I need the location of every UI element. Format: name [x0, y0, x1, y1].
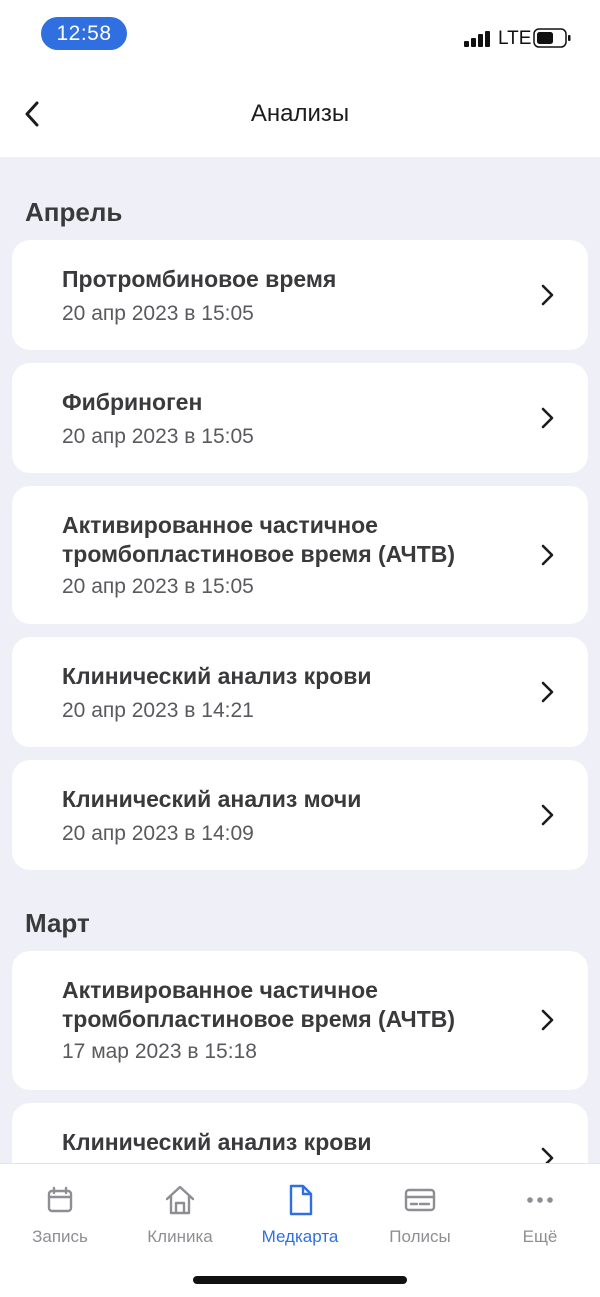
tab-medical-record[interactable]: Медкарта	[240, 1164, 360, 1264]
chevron-right-icon	[541, 407, 554, 429]
page-title: Анализы	[250, 100, 350, 127]
section-title-april: Апрель	[25, 197, 123, 227]
chevron-right-icon	[541, 681, 554, 703]
tab-clinic[interactable]: Клиника	[120, 1164, 240, 1264]
status-time: 12:58	[41, 17, 127, 50]
list-item[interactable]: Клинический анализ крови	[12, 1103, 588, 1163]
tab-appointments[interactable]: Запись	[0, 1164, 120, 1264]
item-date: 20 апр 2023 в 14:09	[62, 822, 254, 845]
item-date: 20 апр 2023 в 15:05	[62, 302, 254, 325]
item-name: Фибриноген	[62, 389, 203, 415]
chevron-right-icon	[541, 284, 554, 306]
home-icon	[165, 1185, 195, 1215]
item-date: 20 апр 2023 в 14:21	[62, 699, 254, 722]
item-name: Клинический анализ крови	[62, 1129, 372, 1155]
item-name: Клинический анализ мочи	[62, 786, 362, 812]
item-name: Протромбиновое время	[62, 266, 337, 292]
list-item[interactable]: Фибриноген 20 апр 2023 в 15:05	[12, 363, 588, 473]
home-indicator	[193, 1276, 407, 1284]
network-type: LTE	[498, 28, 532, 49]
chevron-right-icon	[541, 804, 554, 826]
calendar-icon	[47, 1186, 73, 1213]
analyses-list[interactable]: Апрель Протромбиновое время 20 апр 2023 …	[0, 157, 600, 1163]
item-name: Активированное частичное тромбопластинов…	[62, 977, 456, 1032]
item-name: Активированное частичное тромбопластинов…	[62, 512, 456, 567]
tab-label: Запись	[32, 1227, 88, 1246]
list-item[interactable]: Протромбиновое время 20 апр 2023 в 15:05	[12, 240, 588, 350]
item-name: Клинический анализ крови	[62, 663, 372, 689]
tab-policies[interactable]: Полисы	[360, 1164, 480, 1264]
document-icon	[289, 1184, 313, 1216]
list-item[interactable]: Активированное частичное тромбопластинов…	[12, 486, 588, 624]
more-icon	[527, 1197, 553, 1203]
card-icon	[404, 1188, 436, 1212]
tab-more[interactable]: Ещё	[480, 1164, 600, 1264]
navigation-bar: Анализы	[0, 70, 600, 157]
section-title-march: Март	[25, 908, 90, 938]
tab-label: Медкарта	[261, 1227, 339, 1246]
chevron-right-icon	[541, 544, 554, 566]
list-item[interactable]: Активированное частичное тромбопластинов…	[12, 951, 588, 1090]
item-date: 20 апр 2023 в 15:05	[62, 425, 254, 448]
list-item[interactable]: Клинический анализ крови 20 апр 2023 в 1…	[12, 637, 588, 747]
tab-label: Клиника	[147, 1227, 213, 1246]
tab-label: Полисы	[389, 1227, 451, 1246]
item-date: 20 апр 2023 в 15:05	[62, 575, 254, 598]
status-bar: 12:58 LTE	[0, 0, 600, 70]
signal-icon	[464, 31, 490, 47]
chevron-right-icon	[541, 1009, 554, 1031]
battery-icon	[533, 28, 571, 48]
list-item[interactable]: Клинический анализ мочи 20 апр 2023 в 14…	[12, 760, 588, 870]
tab-label: Ещё	[522, 1227, 558, 1246]
chevron-right-icon	[541, 1147, 554, 1163]
item-date: 17 мар 2023 в 15:18	[62, 1040, 257, 1063]
